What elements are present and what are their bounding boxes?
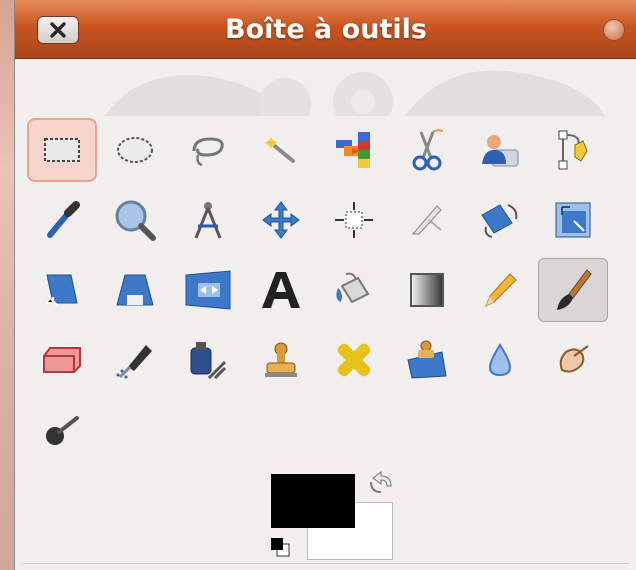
tool-scissors-select[interactable] <box>392 118 462 182</box>
lasso-icon <box>192 137 224 167</box>
foreground-color-swatch[interactable] <box>271 474 355 528</box>
wilber-watermark <box>105 70 605 116</box>
tool-blur-sharpen[interactable] <box>465 328 535 392</box>
move-icon <box>262 201 300 239</box>
titlebar: Boîte à outils <box>15 0 636 59</box>
tool-scale[interactable] <box>538 188 608 252</box>
magnifier-icon <box>115 200 156 241</box>
airbrush-icon <box>116 345 152 379</box>
rotate-icon <box>481 204 518 238</box>
tool-foreground-select[interactable] <box>465 118 535 182</box>
tool-free-select[interactable] <box>173 118 243 182</box>
tool-eraser[interactable] <box>27 328 97 392</box>
shear-icon <box>46 274 78 306</box>
magic-wand-icon <box>264 135 295 163</box>
gradient-icon <box>410 273 444 307</box>
tool-measure[interactable] <box>173 188 243 252</box>
pencil-icon <box>485 273 517 308</box>
window-title: Boîte à outils <box>225 13 427 45</box>
tool-align[interactable] <box>319 188 389 252</box>
tool-rotate[interactable] <box>465 188 535 252</box>
tool-smudge[interactable] <box>538 328 608 392</box>
color-area <box>269 470 399 562</box>
eraser-icon <box>43 347 81 373</box>
close-icon <box>50 22 66 38</box>
tool-dodge-burn[interactable] <box>27 398 97 462</box>
reset-colors-icon[interactable] <box>269 536 291 558</box>
rect-select-icon <box>44 138 80 162</box>
tool-text[interactable] <box>246 258 316 322</box>
perspective-icon <box>116 274 154 306</box>
tool-heal[interactable] <box>319 328 389 392</box>
ellipse-select-icon <box>117 137 153 163</box>
tool-flip[interactable] <box>173 258 243 322</box>
compass-icon <box>194 202 222 239</box>
flip-icon <box>185 270 231 310</box>
tool-perspective-clone[interactable] <box>392 328 462 392</box>
tool-bucket-fill[interactable] <box>319 258 389 322</box>
close-button[interactable] <box>37 16 79 44</box>
tool-clone[interactable] <box>246 328 316 392</box>
tool-shear[interactable] <box>27 258 97 322</box>
tool-zoom[interactable] <box>100 188 170 252</box>
select-by-color-icon <box>336 132 370 168</box>
paintbrush-icon <box>557 269 592 310</box>
tool-select-by-color[interactable] <box>319 118 389 182</box>
bucket-icon <box>336 272 370 304</box>
swap-colors-icon[interactable] <box>367 470 395 496</box>
tool-move[interactable] <box>246 188 316 252</box>
tool-paths[interactable] <box>538 118 608 182</box>
perspective-clone-icon <box>407 340 447 379</box>
eyedropper-icon <box>47 201 80 238</box>
tool-pencil[interactable] <box>465 258 535 322</box>
scalpel-icon <box>411 205 442 235</box>
paths-icon <box>558 130 588 170</box>
tool-blend[interactable] <box>392 258 462 322</box>
tool-fuzzy-select[interactable] <box>246 118 316 182</box>
smudge-icon <box>559 345 589 373</box>
tool-ellipse-select[interactable] <box>100 118 170 182</box>
tool-rect-select[interactable] <box>27 118 97 182</box>
toolbox-window: Boîte à outils <box>14 0 636 570</box>
tool-paintbrush[interactable] <box>538 258 608 322</box>
dodge-burn-icon <box>46 416 79 445</box>
scissors-icon <box>412 129 444 171</box>
tool-crop[interactable] <box>392 188 462 252</box>
bandage-icon <box>337 343 371 377</box>
maximize-button[interactable] <box>603 19 625 41</box>
tool-ink[interactable] <box>173 328 243 392</box>
scale-icon <box>555 202 591 238</box>
ink-icon <box>190 342 227 380</box>
align-icon <box>335 202 373 238</box>
tool-perspective[interactable] <box>100 258 170 322</box>
divider <box>23 563 629 564</box>
foreground-select-icon <box>482 135 519 167</box>
tool-airbrush[interactable] <box>100 328 170 392</box>
stamp-icon <box>265 342 297 377</box>
tool-color-picker[interactable] <box>27 188 97 252</box>
water-drop-icon <box>488 343 512 377</box>
text-icon <box>262 272 300 308</box>
